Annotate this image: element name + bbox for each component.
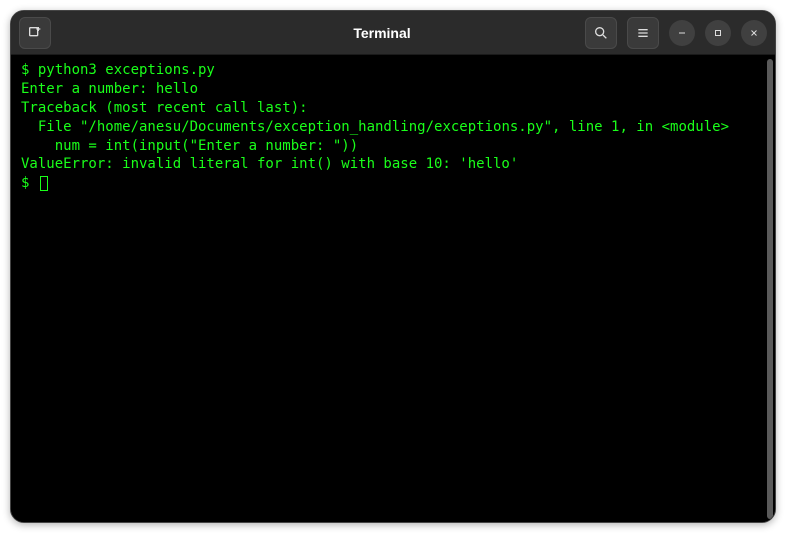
search-icon: [593, 25, 609, 41]
close-button[interactable]: [741, 20, 767, 46]
prompt: $: [21, 175, 38, 191]
output-line: num = int(input("Enter a number: ")): [21, 138, 358, 154]
minimize-icon: [676, 27, 688, 39]
output-line: File "/home/anesu/Documents/exception_ha…: [21, 119, 729, 135]
close-icon: [748, 27, 760, 39]
menu-button[interactable]: [627, 17, 659, 49]
titlebar: Terminal: [11, 11, 775, 55]
maximize-button[interactable]: [705, 20, 731, 46]
new-tab-icon: [27, 25, 43, 41]
output-line: $ python3 exceptions.py: [21, 62, 215, 78]
terminal-content: $ python3 exceptions.py Enter a number: …: [21, 61, 765, 193]
minimize-button[interactable]: [669, 20, 695, 46]
output-line: ValueError: invalid literal for int() wi…: [21, 156, 518, 172]
hamburger-icon: [635, 25, 651, 41]
cursor: [40, 176, 48, 191]
window-title: Terminal: [187, 25, 577, 41]
output-line: Enter a number: hello: [21, 81, 198, 97]
terminal-window: Terminal $ python3 exceptions.py Enter a…: [10, 10, 776, 523]
terminal-body[interactable]: $ python3 exceptions.py Enter a number: …: [11, 55, 775, 522]
search-button[interactable]: [585, 17, 617, 49]
output-line: Traceback (most recent call last):: [21, 100, 308, 116]
scrollbar[interactable]: [767, 59, 773, 519]
maximize-icon: [712, 27, 724, 39]
new-tab-button[interactable]: [19, 17, 51, 49]
